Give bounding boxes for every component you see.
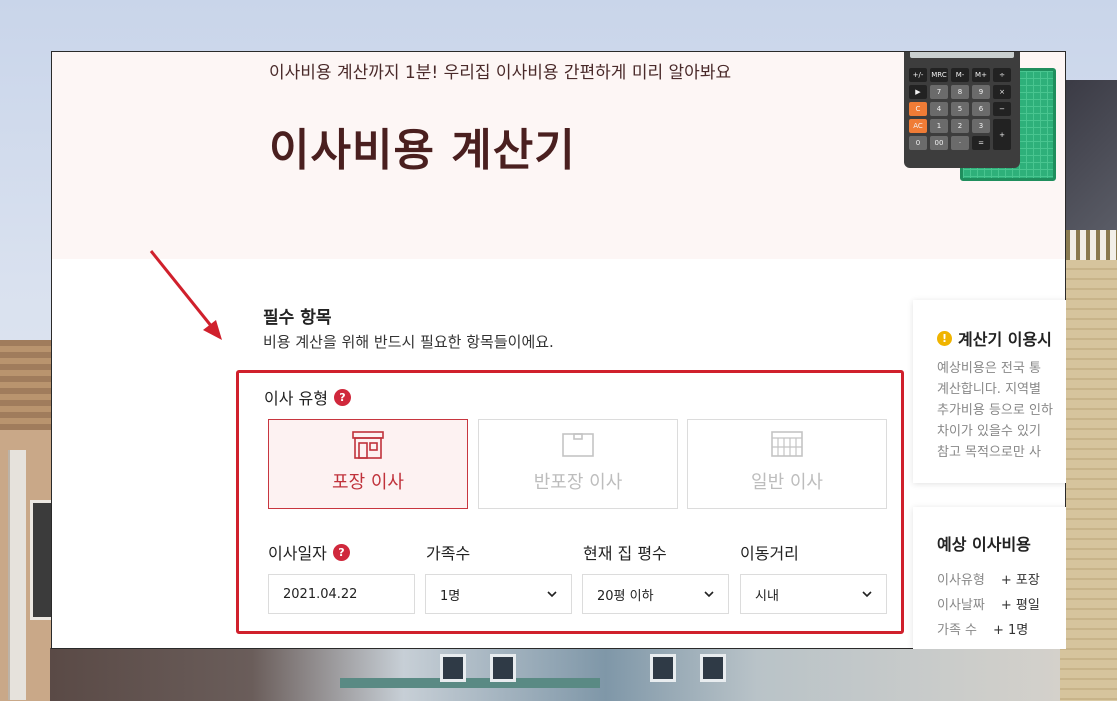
- calculator-page: 이사비용 계산까지 1분! 우리집 이사비용 간편하게 미리 알아봐요 이사비용…: [51, 51, 1066, 649]
- family-value: 1명: [440, 588, 461, 604]
- distance-value: 시내: [755, 588, 779, 604]
- move-type-label-semi: 반포장 이사: [533, 472, 623, 493]
- house-size-select[interactable]: 20평 이하: [582, 574, 729, 614]
- required-section-title: 필수 항목: [263, 308, 332, 328]
- calc-key: =: [972, 136, 990, 150]
- truck-icon: [771, 431, 803, 457]
- calc-key: 00: [930, 136, 948, 150]
- calc-key: MRC: [930, 68, 948, 82]
- calc-key: AC: [909, 119, 927, 133]
- calc-key: 8: [951, 85, 969, 99]
- calc-key: 9: [972, 85, 990, 99]
- family-label: 가족수: [426, 544, 471, 563]
- calc-key: 0: [909, 136, 927, 150]
- page-title: 이사비용 계산기: [269, 125, 576, 176]
- move-type-label-text: 이사 유형: [264, 389, 328, 408]
- calc-key: 3: [972, 119, 990, 133]
- calc-key: +/-: [909, 68, 927, 82]
- date-label-text: 이사일자: [268, 544, 327, 563]
- house-size-value: 20평 이하: [597, 588, 654, 604]
- calculator-illustration: +/- MRC M- M+ ÷ ▶ 7 8 9 × C 4 5 6 − AC 1: [902, 52, 1062, 187]
- help-icon[interactable]: ?: [332, 543, 350, 561]
- calc-key: −: [993, 102, 1011, 116]
- move-type-label-general: 일반 이사: [751, 472, 823, 493]
- family-select[interactable]: 1명: [425, 574, 572, 614]
- chevron-down-icon: [704, 591, 714, 598]
- calc-key: 6: [972, 102, 990, 116]
- calc-key: ×: [993, 85, 1011, 99]
- calculator-image: +/- MRC M- M+ ÷ ▶ 7 8 9 × C 4 5 6 − AC 1: [904, 52, 1020, 168]
- help-icon[interactable]: ?: [333, 388, 351, 406]
- date-label: 이사일자 ?: [268, 540, 350, 564]
- hero-banner: 이사비용 계산까지 1분! 우리집 이사비용 간편하게 미리 알아봐요 이사비용…: [52, 52, 1065, 259]
- calculator-screen: [910, 52, 1014, 58]
- calc-key: M-: [951, 68, 969, 82]
- calc-key: 5: [951, 102, 969, 116]
- calc-key: ▶: [909, 85, 927, 99]
- intro-text: 이사비용 계산까지 1분! 우리집 이사비용 간편하게 미리 알아봐요: [269, 63, 732, 83]
- move-type-label: 이사 유형 ?: [264, 385, 351, 409]
- required-section-desc: 비용 계산을 위해 반드시 필요한 항목들이에요.: [263, 333, 554, 351]
- date-value: 2021.04.22: [283, 586, 358, 602]
- distance-select[interactable]: 시내: [740, 574, 887, 614]
- calc-key: 4: [930, 102, 948, 116]
- move-type-label-packing: 포장 이사: [332, 472, 404, 493]
- calc-key: +: [993, 119, 1011, 150]
- house-bottom: [50, 648, 1060, 701]
- calc-key: C: [909, 102, 927, 116]
- calc-key: ÷: [993, 68, 1011, 82]
- box-icon: [562, 433, 594, 457]
- move-type-option-packing[interactable]: 포장 이사: [268, 419, 468, 509]
- chevron-down-icon: [862, 591, 872, 598]
- chevron-down-icon: [547, 591, 557, 598]
- calculator-keys: +/- MRC M- M+ ÷ ▶ 7 8 9 × C 4 5 6 − AC 1: [909, 68, 1015, 150]
- move-type-option-general[interactable]: 일반 이사: [687, 419, 887, 509]
- calc-key: 7: [930, 85, 948, 99]
- house-size-label: 현재 집 평수: [583, 544, 667, 563]
- calc-key: 1: [930, 119, 948, 133]
- house-icon: [352, 431, 384, 459]
- distance-label: 이동거리: [740, 544, 799, 563]
- date-input[interactable]: 2021.04.22: [268, 574, 415, 614]
- house-right: [1060, 80, 1117, 701]
- move-type-option-semi[interactable]: 반포장 이사: [478, 419, 678, 509]
- calc-key: ·: [951, 136, 969, 150]
- calc-key: 2: [951, 119, 969, 133]
- calc-key: M+: [972, 68, 990, 82]
